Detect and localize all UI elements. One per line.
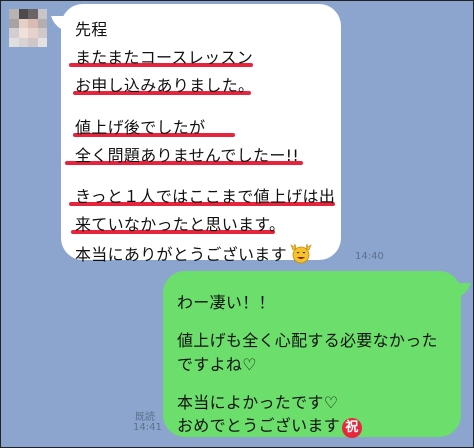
bubble-tail [51,16,73,32]
message-line: きっと１人ではここまで値上げは出 [75,187,336,206]
message-line-last: 本当にありがとうございます [75,241,312,265]
message-line: 先程 [75,20,108,39]
celebration-stamp-icon: 祝 [342,418,363,438]
message-line: お申し込みありました。 [75,76,255,95]
avatar[interactable] [9,9,47,47]
message-line: またまたコースレッスン [75,48,254,67]
read-receipt: 既読 [135,412,155,423]
message-line: 値上げ後でしたが [75,118,206,137]
message-line-with-stamp: おめでとうございます祝 [177,412,363,438]
outgoing-message-bubble[interactable]: わー凄い！！ 値上げも全く心配する必要なかった ですよね♡ 本当によかったです♡… [163,271,471,438]
incoming-message-bubble[interactable]: 先程 またまたコースレッスン お申し込みありました。 値上げ後でしたが 全く問題… [51,4,341,260]
message-line: 本当にありがとうございます [75,245,287,264]
message-line: 全く問題ありませんでしたー!! [75,146,300,165]
message-line: 本当によかったです♡ [177,393,339,412]
message-line: ですよね♡ [177,355,257,374]
outgoing-timestamp: 14:41 [133,422,162,433]
incoming-timestamp: 14:40 [355,251,384,262]
face-with-raised-hands-icon [290,244,312,264]
message-line: わー凄い！！ [177,293,275,312]
message-line: 値上げも全く心配する必要なかった [177,331,438,350]
chat-view: 先程 またまたコースレッスン お申し込みありました。 値上げ後でしたが 全く問題… [0,0,474,448]
bubble-tail [449,283,471,299]
message-line: おめでとうございます [177,416,341,435]
message-line: 来ていなかったと思います。 [75,215,286,234]
